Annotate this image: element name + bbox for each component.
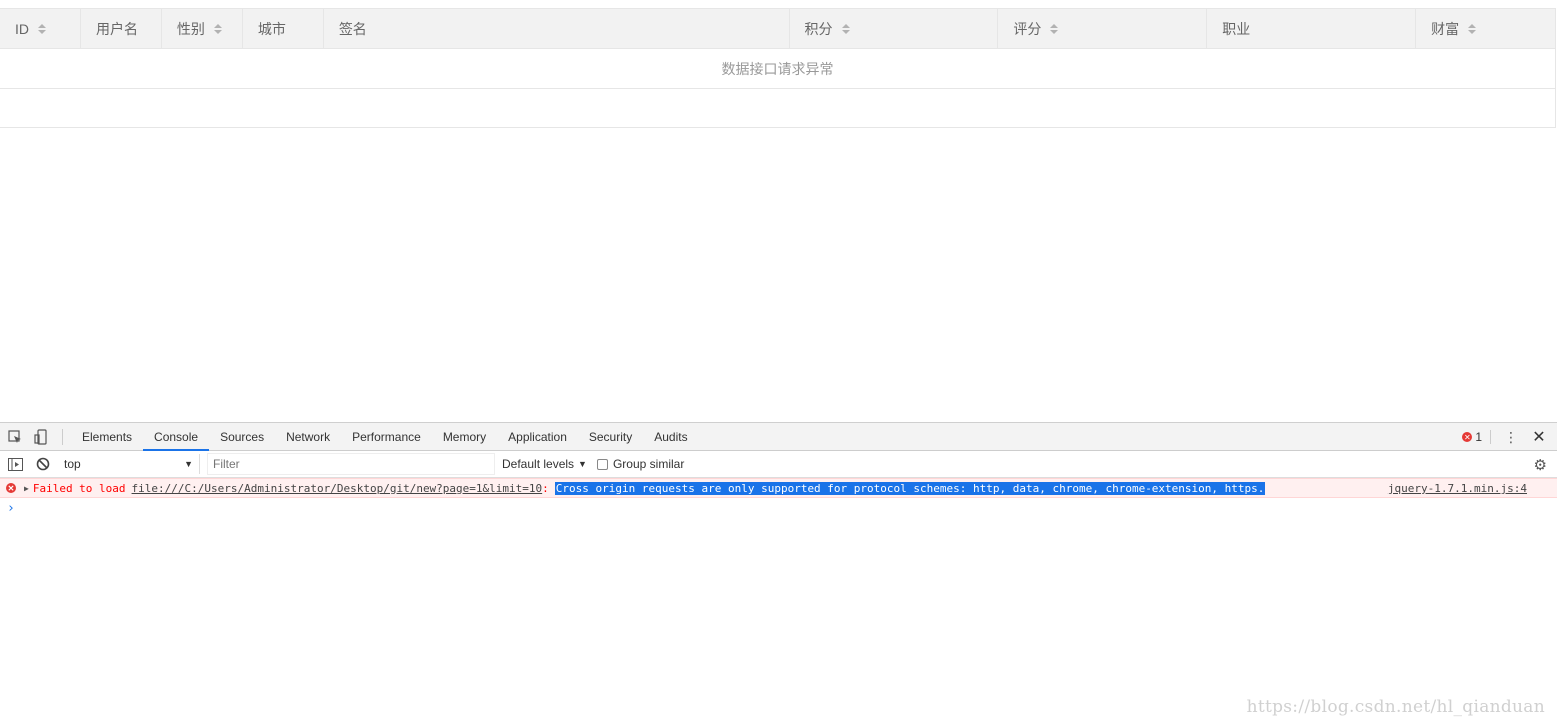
- error-count-badge[interactable]: ✕ 1: [1462, 430, 1491, 444]
- tab-network[interactable]: Network: [275, 423, 341, 451]
- tab-memory[interactable]: Memory: [432, 423, 497, 451]
- table-row: [0, 89, 1555, 128]
- request-url-link[interactable]: file:///C:/Users/Administrator/Desktop/g…: [132, 482, 543, 495]
- toolbar-divider: [62, 428, 63, 445]
- error-icon: ✕: [6, 483, 16, 493]
- tab-sources[interactable]: Sources: [209, 423, 275, 451]
- column-header-rating[interactable]: 评分: [998, 9, 1208, 48]
- chevron-down-icon: ▼: [184, 459, 193, 469]
- show-sidebar-icon[interactable]: [4, 453, 26, 475]
- device-toolbar-icon[interactable]: [30, 426, 52, 448]
- context-select[interactable]: top ▼: [60, 454, 200, 474]
- filter-input[interactable]: [208, 454, 494, 474]
- expand-triangle-icon[interactable]: ▶: [24, 484, 29, 493]
- sort-icon[interactable]: [1468, 23, 1477, 34]
- error-icon: ✕: [1462, 432, 1473, 442]
- close-icon[interactable]: ✕: [1529, 427, 1549, 447]
- console-toolbar: top ▼ Default levels ▼ Group similar ⚙: [0, 451, 1557, 478]
- tab-elements[interactable]: Elements: [71, 423, 143, 451]
- column-header-id[interactable]: ID: [0, 9, 81, 48]
- gear-icon[interactable]: ⚙: [1534, 456, 1547, 474]
- tab-security[interactable]: Security: [578, 423, 643, 451]
- empty-message: 数据接口请求异常: [721, 60, 834, 77]
- console-error-message: ✕ ▶ Failed to load file:///C:/Users/Admi…: [0, 478, 1557, 498]
- console-prompt[interactable]: ›: [0, 498, 1557, 518]
- column-header-score[interactable]: 积分: [790, 9, 999, 48]
- inspect-element-icon[interactable]: [4, 426, 26, 448]
- column-header-job: 职业: [1207, 9, 1417, 48]
- devtools-panel: Elements Console Sources Network Perform…: [0, 422, 1557, 725]
- column-header-gender[interactable]: 性别: [162, 9, 243, 48]
- tab-performance[interactable]: Performance: [341, 423, 432, 451]
- page: ID 用户名 性别 城市 签名 积分 评分 职业 财富 数据接口请求异常: [0, 0, 1557, 422]
- tab-console[interactable]: Console: [143, 423, 210, 451]
- error-detail-text: Cross origin requests are only supported…: [554, 481, 1266, 495]
- more-options-icon[interactable]: ⋮: [1501, 429, 1521, 446]
- sort-icon[interactable]: [38, 23, 46, 34]
- sort-icon[interactable]: [841, 23, 850, 34]
- table-empty-row: 数据接口请求异常: [0, 49, 1555, 89]
- data-table: ID 用户名 性别 城市 签名 积分 评分 职业 财富 数据接口请求异常: [0, 8, 1556, 128]
- clear-console-icon[interactable]: [32, 453, 54, 475]
- tab-audits[interactable]: Audits: [643, 423, 698, 451]
- watermark: https://blog.csdn.net/hl_qianduan: [1246, 697, 1545, 717]
- table-header: ID 用户名 性别 城市 签名 积分 评分 职业 财富: [0, 9, 1555, 49]
- sort-icon[interactable]: [213, 23, 222, 34]
- column-header-signature: 签名: [324, 9, 790, 48]
- checkbox-icon[interactable]: [596, 458, 608, 470]
- devtools-actions: ✕ 1 ⋮ ✕: [1462, 423, 1557, 451]
- column-header-city: 城市: [243, 9, 324, 48]
- sort-icon[interactable]: [1050, 23, 1059, 34]
- column-header-wealth[interactable]: 财富: [1416, 9, 1555, 48]
- log-levels-dropdown[interactable]: Default levels ▼: [502, 457, 587, 471]
- chevron-down-icon: ▼: [578, 459, 587, 469]
- devtools-tabbar: Elements Console Sources Network Perform…: [0, 423, 1557, 451]
- source-link[interactable]: jquery-1.7.1.min.js:4: [1388, 482, 1527, 495]
- tab-application[interactable]: Application: [497, 423, 578, 451]
- column-header-username: 用户名: [81, 9, 162, 48]
- group-similar-checkbox[interactable]: Group similar: [596, 457, 684, 471]
